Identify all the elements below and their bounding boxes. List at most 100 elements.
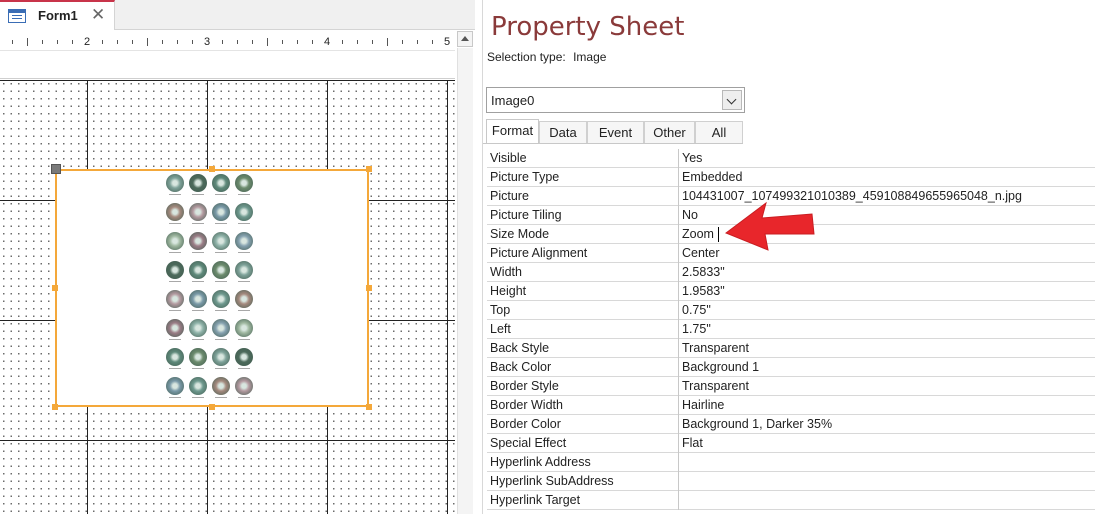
- property-column-divider: [678, 149, 679, 168]
- property-row[interactable]: Border Style Transparent: [487, 377, 1095, 396]
- property-value[interactable]: Background 1: [682, 360, 759, 374]
- ruler-tick: [222, 40, 223, 44]
- selection-type-label: Selection type:: [487, 50, 566, 64]
- succulent-caption: [192, 252, 204, 253]
- resize-handle[interactable]: [366, 166, 372, 172]
- property-column-divider: [678, 472, 679, 491]
- property-row[interactable]: Back Style Transparent: [487, 339, 1095, 358]
- succulent-thumbnail: [235, 261, 253, 279]
- chevron-down-icon[interactable]: [722, 90, 742, 110]
- property-row[interactable]: Border Color Background 1, Darker 35%: [487, 415, 1095, 434]
- scroll-up-icon[interactable]: [457, 31, 473, 47]
- property-name: Back Color: [490, 360, 552, 374]
- succulent-thumbnail: [235, 174, 253, 192]
- property-row[interactable]: Picture Type Embedded: [487, 168, 1095, 187]
- tab-format[interactable]: Format: [486, 119, 539, 144]
- property-value[interactable]: 0.75": [682, 303, 711, 317]
- succulent-caption: [238, 310, 250, 311]
- resize-handle[interactable]: [209, 166, 215, 172]
- property-row[interactable]: Visible Yes: [487, 149, 1095, 168]
- vertical-scrollbar[interactable]: [457, 48, 473, 514]
- annotation-arrow-icon: [724, 201, 815, 251]
- property-column-divider: [678, 434, 679, 453]
- tab-all[interactable]: All: [695, 121, 743, 144]
- succulent-caption: [192, 223, 204, 224]
- succulent-thumbnail: [235, 232, 253, 250]
- property-sheet-title: Property Sheet: [491, 12, 685, 42]
- property-value[interactable]: 1.9583": [682, 284, 725, 298]
- property-name: Border Width: [490, 398, 563, 412]
- property-row[interactable]: Border Width Hairline: [487, 396, 1095, 415]
- property-row[interactable]: Width 2.5833": [487, 263, 1095, 282]
- property-value[interactable]: Zoom: [682, 227, 714, 241]
- document-tab-strip: Form1 ✕: [0, 0, 475, 30]
- property-row[interactable]: Hyperlink SubAddress: [487, 472, 1095, 491]
- property-value[interactable]: Embedded: [682, 170, 742, 184]
- succulent-caption: [169, 281, 181, 282]
- property-row[interactable]: Special Effect Flat: [487, 434, 1095, 453]
- text-caret: [718, 227, 719, 242]
- succulent-thumbnail: [189, 232, 207, 250]
- property-value[interactable]: Transparent: [682, 341, 749, 355]
- property-value[interactable]: Transparent: [682, 379, 749, 393]
- ruler-tick: [357, 40, 358, 44]
- property-value[interactable]: Yes: [682, 151, 702, 165]
- property-column-divider: [678, 396, 679, 415]
- succulent-caption: [192, 397, 204, 398]
- property-value[interactable]: 1.75": [682, 322, 711, 336]
- ruler-tick: [282, 40, 283, 44]
- succulent-thumbnail: [235, 377, 253, 395]
- property-value[interactable]: Center: [682, 246, 720, 260]
- resize-handle[interactable]: [209, 404, 215, 410]
- form-section-header[interactable]: [0, 52, 455, 79]
- succulent-thumbnail: [189, 290, 207, 308]
- property-row[interactable]: Hyperlink Target: [487, 491, 1095, 510]
- property-name: Picture Alignment: [490, 246, 588, 260]
- property-row[interactable]: Back Color Background 1: [487, 358, 1095, 377]
- close-icon[interactable]: ✕: [91, 5, 105, 25]
- property-value[interactable]: Hairline: [682, 398, 724, 412]
- property-column-divider: [678, 282, 679, 301]
- succulent-caption: [192, 281, 204, 282]
- succulent-thumbnail: [212, 174, 230, 192]
- resize-handle[interactable]: [52, 404, 58, 410]
- property-row[interactable]: Top 0.75": [487, 301, 1095, 320]
- succulent-thumbnail: [189, 261, 207, 279]
- succulent-caption: [192, 194, 204, 195]
- property-name: Left: [490, 322, 511, 336]
- object-selector-combo[interactable]: Image0: [486, 87, 745, 113]
- property-value[interactable]: Flat: [682, 436, 703, 450]
- tab-event[interactable]: Event: [587, 121, 644, 144]
- succulent-caption: [215, 368, 227, 369]
- form-design-area[interactable]: Form1 ✕ 2 3 4 5: [0, 0, 475, 514]
- document-tab-form1[interactable]: Form1 ✕: [0, 0, 115, 30]
- tab-data[interactable]: Data: [539, 121, 587, 144]
- resize-handle[interactable]: [366, 404, 372, 410]
- selection-type: Selection type: Image: [487, 50, 606, 64]
- succulent-caption: [169, 252, 181, 253]
- grid-line: [447, 80, 448, 514]
- property-column-divider: [678, 339, 679, 358]
- ruler-tick: [297, 40, 298, 44]
- ruler-tick: [372, 40, 373, 44]
- property-value[interactable]: Background 1, Darker 35%: [682, 417, 832, 431]
- property-value[interactable]: No: [682, 208, 698, 222]
- ruler-tick: [267, 38, 268, 46]
- property-row[interactable]: Left 1.75": [487, 320, 1095, 339]
- succulent-thumbnail: [166, 261, 184, 279]
- resize-handle[interactable]: [52, 285, 58, 291]
- property-row[interactable]: Height 1.9583": [487, 282, 1095, 301]
- property-row[interactable]: Hyperlink Address: [487, 453, 1095, 472]
- succulent-thumbnail: [212, 261, 230, 279]
- succulent-thumbnail: [166, 290, 184, 308]
- tab-other[interactable]: Other: [644, 121, 695, 144]
- succulent-thumbnail: [235, 290, 253, 308]
- succulent-caption: [215, 339, 227, 340]
- ruler-tick: [147, 38, 148, 46]
- ruler-tick: [177, 40, 178, 44]
- resize-handle[interactable]: [366, 285, 372, 291]
- succulent-thumbnail: [166, 174, 184, 192]
- property-value[interactable]: 2.5833": [682, 265, 725, 279]
- property-column-divider: [678, 491, 679, 510]
- move-handle[interactable]: [51, 164, 61, 174]
